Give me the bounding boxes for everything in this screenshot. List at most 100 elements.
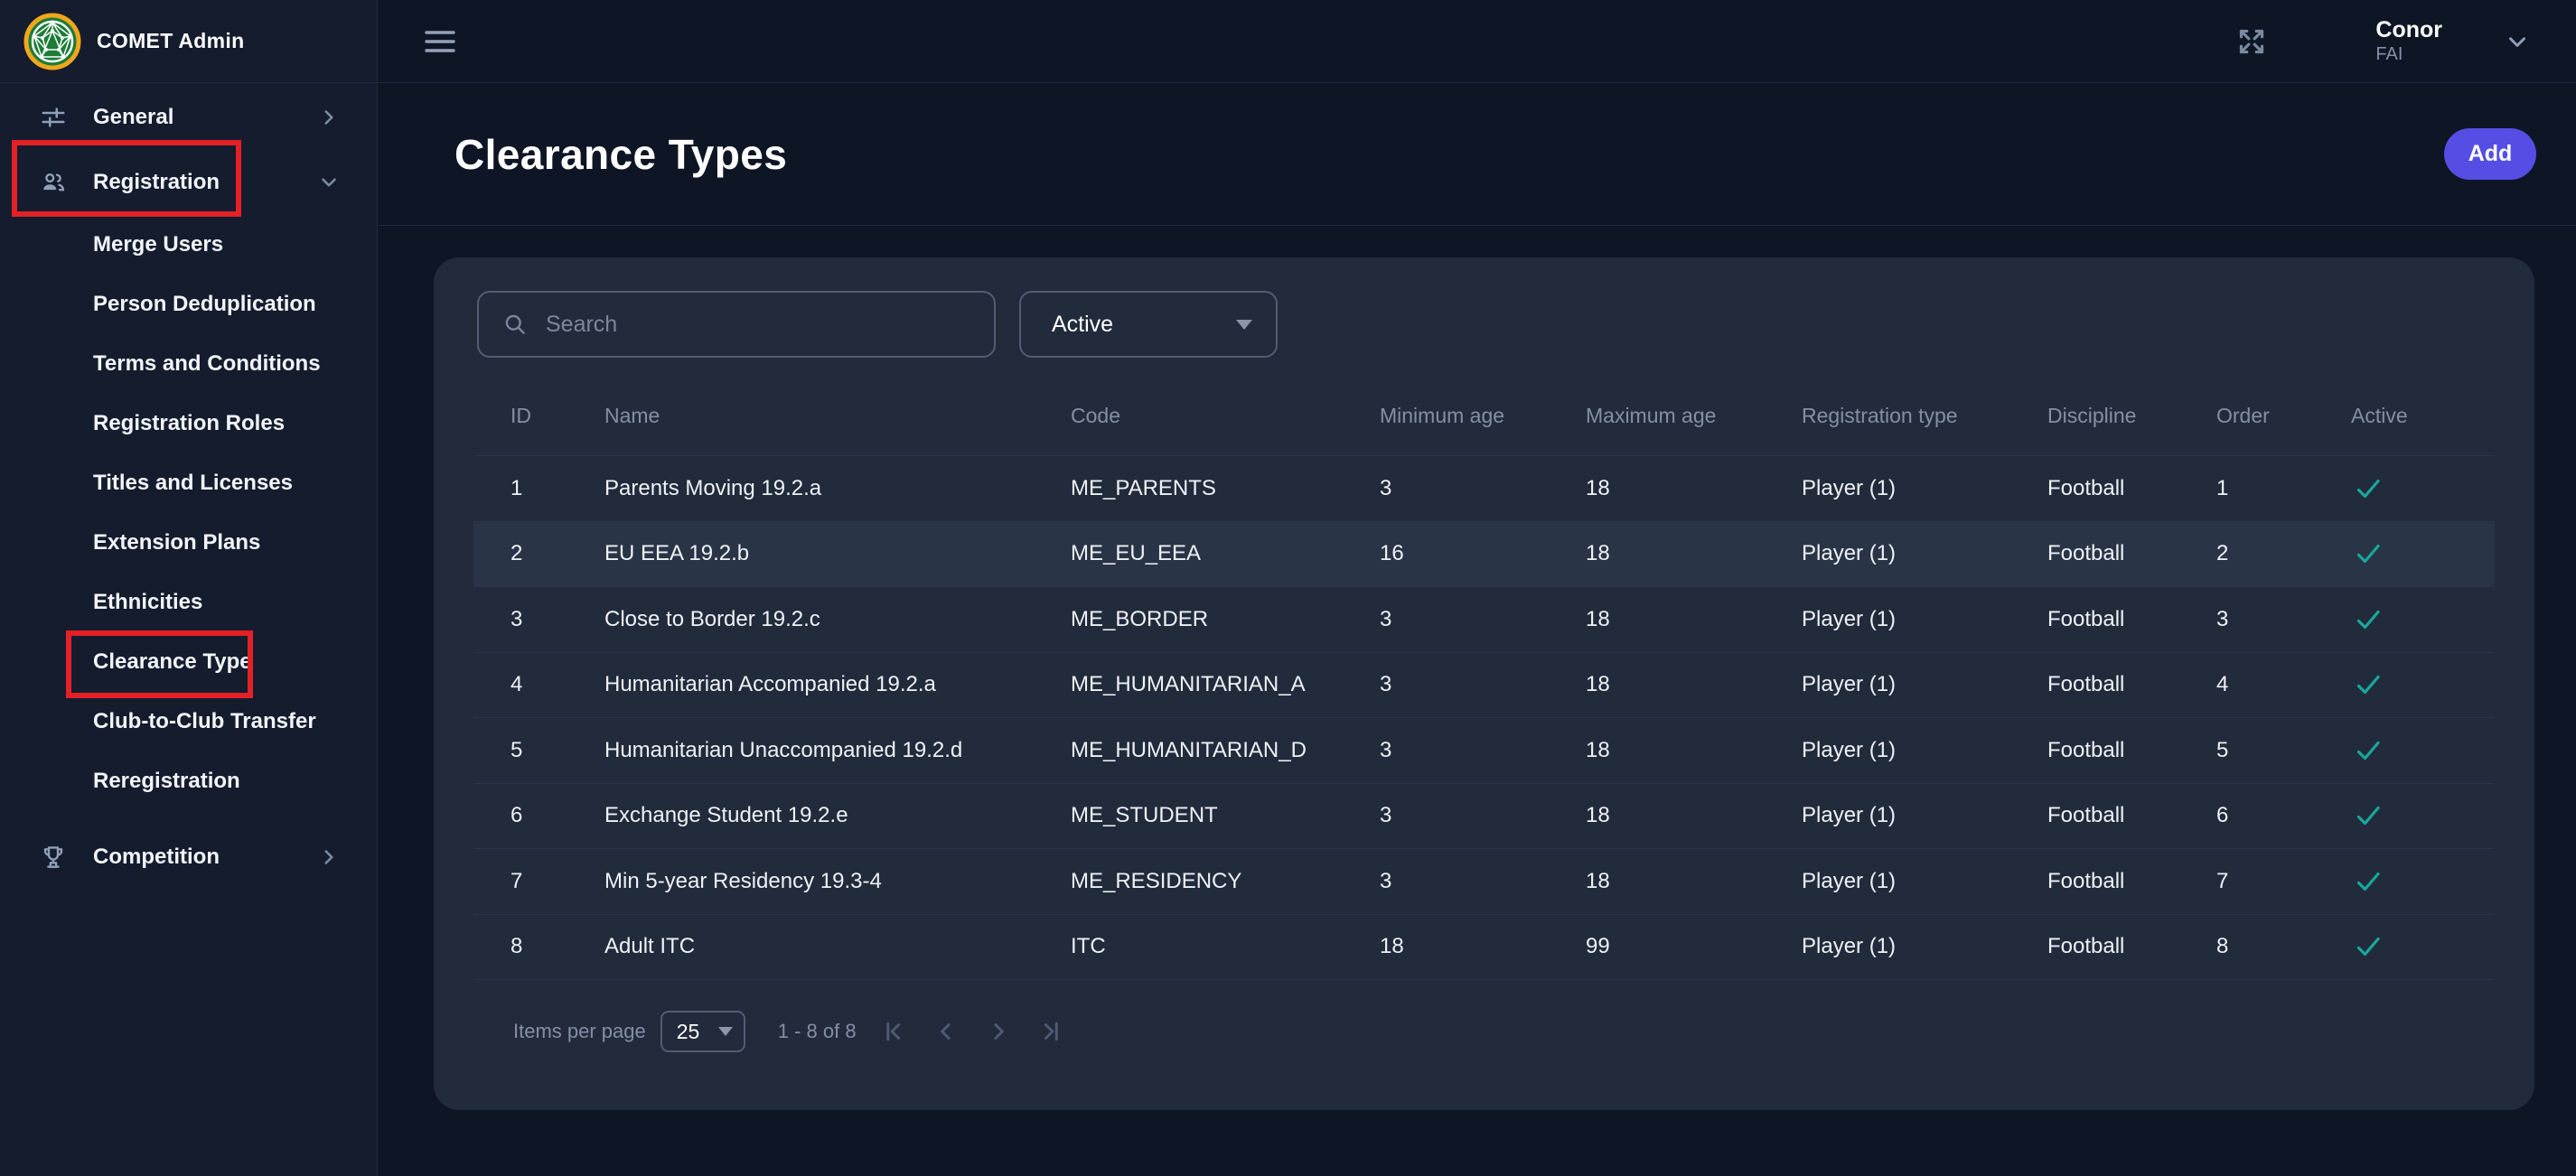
chevron-right-icon xyxy=(317,845,341,869)
active-check-icon xyxy=(2353,931,2384,962)
status-filter-select[interactable]: Active xyxy=(1019,291,1278,358)
sidebar-item-registration[interactable]: Registration xyxy=(0,150,377,215)
sidebar-item-terms-and-conditions[interactable]: Terms and Conditions xyxy=(0,334,377,394)
sidebar-item-competition[interactable]: Competition xyxy=(0,825,377,890)
pagination: Items per page 25 1 - 8 of 8 xyxy=(513,1009,1064,1054)
cell-name: Exchange Student 19.2.e xyxy=(604,803,1071,828)
sidebar-item-label: Titles and Licenses xyxy=(93,471,293,496)
cell-id: 6 xyxy=(511,803,604,828)
cell-name: Close to Border 19.2.c xyxy=(604,607,1071,632)
app-title: COMET Admin xyxy=(97,29,244,53)
cell-order: 5 xyxy=(2216,738,2351,763)
user-organization: FAI xyxy=(2375,44,2442,65)
sidebar-item-extension-plans[interactable]: Extension Plans xyxy=(0,513,377,573)
column-header-maximum-age: Maximum age xyxy=(1586,404,1802,428)
page-size-select[interactable]: 25 xyxy=(660,1011,745,1052)
previous-page-icon xyxy=(932,1018,960,1045)
comet-logo-icon xyxy=(23,13,81,70)
active-check-icon xyxy=(2353,604,2384,635)
cell-order: 7 xyxy=(2216,869,2351,894)
cell-name: EU EEA 19.2.b xyxy=(604,541,1071,566)
sidebar-item-club-to-club-transfer[interactable]: Club-to-Club Transfer xyxy=(0,692,377,751)
sidebar-item-clearance-type[interactable]: Clearance Type xyxy=(0,632,377,692)
table-row[interactable]: 4 Humanitarian Accompanied 19.2.a ME_HUM… xyxy=(473,652,2495,718)
cell-id: 8 xyxy=(511,934,604,959)
cell-registration-type: Player (1) xyxy=(1802,934,2047,959)
chevron-down-icon[interactable] xyxy=(2504,28,2531,55)
cell-max-age: 99 xyxy=(1586,934,1802,959)
cell-id: 3 xyxy=(511,607,604,632)
cell-max-age: 18 xyxy=(1586,738,1802,763)
chevron-right-icon xyxy=(317,106,341,129)
table-row[interactable]: 1 Parents Moving 19.2.a ME_PARENTS 3 18 … xyxy=(473,455,2495,521)
menu-hamburger-icon[interactable] xyxy=(425,30,455,53)
page-size-value: 25 xyxy=(677,1020,700,1044)
active-check-icon xyxy=(2353,866,2384,897)
sidebar-item-label: Registration xyxy=(93,170,220,195)
cell-min-age: 3 xyxy=(1380,672,1586,697)
first-page-button[interactable] xyxy=(880,1018,907,1045)
sidebar-item-reregistration[interactable]: Reregistration xyxy=(0,751,377,811)
trophy-icon xyxy=(40,844,67,871)
column-header-code: Code xyxy=(1071,404,1380,428)
search-input[interactable] xyxy=(546,312,976,338)
cell-discipline: Football xyxy=(2047,934,2216,959)
fullscreen-icon[interactable] xyxy=(2234,24,2269,59)
sidebar-item-merge-users[interactable]: Merge Users xyxy=(0,215,377,275)
cell-code: ME_RESIDENCY xyxy=(1071,869,1380,894)
sidebar-item-ethnicities[interactable]: Ethnicities xyxy=(0,573,377,632)
sidebar-item-general[interactable]: General xyxy=(0,85,377,150)
cell-active xyxy=(2351,604,2495,635)
cell-max-age: 18 xyxy=(1586,803,1802,828)
sidebar-item-registration-roles[interactable]: Registration Roles xyxy=(0,394,377,453)
table-row[interactable]: 6 Exchange Student 19.2.e ME_STUDENT 3 1… xyxy=(473,783,2495,849)
cell-min-age: 3 xyxy=(1380,869,1586,894)
cell-discipline: Football xyxy=(2047,869,2216,894)
next-page-button[interactable] xyxy=(985,1018,1012,1045)
table-row[interactable]: 8 Adult ITC ITC 18 99 Player (1) Footbal… xyxy=(473,914,2495,980)
previous-page-button[interactable] xyxy=(932,1018,960,1045)
cell-code: ME_PARENTS xyxy=(1071,476,1380,501)
cell-order: 4 xyxy=(2216,672,2351,697)
topbar: Conor FAI xyxy=(379,0,2576,83)
cell-registration-type: Player (1) xyxy=(1802,869,2047,894)
cell-registration-type: Player (1) xyxy=(1802,738,2047,763)
cell-code: ME_HUMANITARIAN_A xyxy=(1071,672,1380,697)
table-row[interactable]: 7 Min 5-year Residency 19.3-4 ME_RESIDEN… xyxy=(473,848,2495,914)
people-group-icon xyxy=(40,168,67,197)
active-check-icon xyxy=(2353,735,2384,766)
add-button[interactable]: Add xyxy=(2444,128,2536,180)
tune-sliders-icon xyxy=(40,104,67,131)
cell-registration-type: Player (1) xyxy=(1802,672,2047,697)
page-header: Clearance Types Add xyxy=(379,83,2576,226)
sidebar-item-label: Club-to-Club Transfer xyxy=(93,709,316,734)
cell-id: 2 xyxy=(511,541,604,566)
sidebar-item-label: Ethnicities xyxy=(93,590,202,615)
column-header-active: Active xyxy=(2351,404,2495,428)
active-check-icon xyxy=(2353,800,2384,831)
cell-discipline: Football xyxy=(2047,541,2216,566)
column-header-order: Order xyxy=(2216,404,2351,428)
sidebar-item-label: Clearance Type xyxy=(93,649,252,675)
cell-min-age: 16 xyxy=(1380,541,1586,566)
cell-max-age: 18 xyxy=(1586,541,1802,566)
user-name: Conor xyxy=(2375,17,2442,43)
cell-id: 4 xyxy=(511,672,604,697)
table-row[interactable]: 2 EU EEA 19.2.b ME_EU_EEA 16 18 Player (… xyxy=(473,521,2495,587)
table-row[interactable]: 3 Close to Border 19.2.c ME_BORDER 3 18 … xyxy=(473,586,2495,652)
sidebar-item-titles-and-licenses[interactable]: Titles and Licenses xyxy=(0,453,377,513)
last-page-button[interactable] xyxy=(1037,1018,1064,1045)
sidebar-item-label: Terms and Conditions xyxy=(93,351,321,377)
pagination-range: 1 - 8 of 8 xyxy=(778,1020,857,1043)
sidebar-item-person-deduplication[interactable]: Person Deduplication xyxy=(0,275,377,334)
chevron-down-icon xyxy=(317,171,341,194)
table-row[interactable]: 5 Humanitarian Unaccompanied 19.2.d ME_H… xyxy=(473,717,2495,783)
filters-row: Active xyxy=(477,291,1278,358)
cell-code: ME_BORDER xyxy=(1071,607,1380,632)
cell-order: 3 xyxy=(2216,607,2351,632)
page-title: Clearance Types xyxy=(454,130,787,179)
user-menu[interactable]: Conor FAI xyxy=(2375,17,2442,66)
cell-max-age: 18 xyxy=(1586,672,1802,697)
cell-id: 5 xyxy=(511,738,604,763)
active-check-icon xyxy=(2353,669,2384,700)
